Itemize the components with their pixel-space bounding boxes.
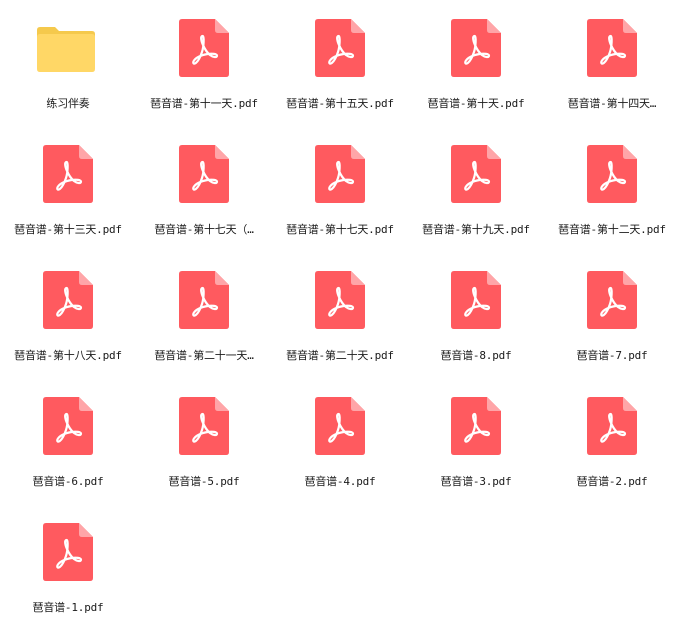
pdf-file-item[interactable]: 琶音谱-第二十天.pdf xyxy=(272,252,408,378)
pdf-file-item[interactable]: 琶音谱-第十天.pdf xyxy=(408,0,544,126)
file-name-label: 琶音谱-1.pdf xyxy=(32,601,104,614)
pdf-file-item[interactable]: 琶音谱-第十七天.pdf xyxy=(272,126,408,252)
pdf-file-item[interactable]: 琶音谱-第十三天.pdf xyxy=(0,126,136,252)
pdf-file-icon xyxy=(179,19,229,77)
file-name-label: 琶音谱-第十七天.pdf xyxy=(286,223,394,236)
file-name-label: 琶音谱-第二十天.pdf xyxy=(286,349,394,362)
file-name-label: 琶音谱-4.pdf xyxy=(304,475,376,488)
file-name-label: 琶音谱-第十五天.pdf xyxy=(286,97,394,110)
pdf-file-icon xyxy=(179,397,229,455)
pdf-file-item[interactable]: 琶音谱-第十九天.pdf xyxy=(408,126,544,252)
file-name-label: 琶音谱-第十天.pdf xyxy=(427,97,525,110)
pdf-file-icon xyxy=(587,19,637,77)
pdf-file-icon xyxy=(315,145,365,203)
file-name-label: 琶音谱-6.pdf xyxy=(32,475,104,488)
pdf-file-item[interactable]: 琶音谱-2.pdf xyxy=(544,378,680,504)
pdf-file-icon xyxy=(587,145,637,203)
pdf-file-item[interactable]: 琶音谱-第十四天… xyxy=(544,0,680,126)
pdf-file-icon xyxy=(451,397,501,455)
pdf-file-icon xyxy=(315,271,365,329)
file-name-label: 琶音谱-第二十一天… xyxy=(154,349,254,362)
folder-item[interactable]: 练习伴奏 xyxy=(0,0,136,126)
pdf-file-item[interactable]: 琶音谱-5.pdf xyxy=(136,378,272,504)
pdf-file-icon xyxy=(43,523,93,581)
file-name-label: 琶音谱-第十八天.pdf xyxy=(14,349,122,362)
pdf-file-icon xyxy=(43,271,93,329)
file-name-label: 练习伴奏 xyxy=(46,97,90,110)
folder-icon xyxy=(37,19,95,77)
file-name-label: 琶音谱-3.pdf xyxy=(440,475,512,488)
pdf-file-item[interactable]: 琶音谱-4.pdf xyxy=(272,378,408,504)
pdf-file-icon xyxy=(315,397,365,455)
pdf-file-icon xyxy=(587,397,637,455)
pdf-file-item[interactable]: 琶音谱-第十七天（… xyxy=(136,126,272,252)
pdf-file-icon xyxy=(43,145,93,203)
pdf-file-icon xyxy=(451,271,501,329)
pdf-file-icon xyxy=(315,19,365,77)
pdf-file-icon xyxy=(451,145,501,203)
file-name-label: 琶音谱-7.pdf xyxy=(576,349,648,362)
pdf-file-item[interactable]: 琶音谱-3.pdf xyxy=(408,378,544,504)
file-name-label: 琶音谱-8.pdf xyxy=(440,349,512,362)
pdf-file-item[interactable]: 琶音谱-第二十一天… xyxy=(136,252,272,378)
pdf-file-icon xyxy=(451,19,501,77)
pdf-file-item[interactable]: 琶音谱-第十五天.pdf xyxy=(272,0,408,126)
file-name-label: 琶音谱-2.pdf xyxy=(576,475,648,488)
pdf-file-item[interactable]: 琶音谱-7.pdf xyxy=(544,252,680,378)
pdf-file-item[interactable]: 琶音谱-第十二天.pdf xyxy=(544,126,680,252)
file-name-label: 琶音谱-第十七天（… xyxy=(154,223,254,236)
pdf-file-icon xyxy=(179,271,229,329)
pdf-file-item[interactable]: 琶音谱-1.pdf xyxy=(0,504,136,630)
file-name-label: 琶音谱-第十四天… xyxy=(567,97,657,110)
pdf-file-icon xyxy=(587,271,637,329)
file-name-label: 琶音谱-第十一天.pdf xyxy=(150,97,258,110)
file-name-label: 琶音谱-第十三天.pdf xyxy=(14,223,122,236)
pdf-file-item[interactable]: 琶音谱-第十一天.pdf xyxy=(136,0,272,126)
pdf-file-icon xyxy=(43,397,93,455)
file-name-label: 琶音谱-第十九天.pdf xyxy=(422,223,530,236)
file-grid: 练习伴奏 琶音谱-第十一天.pdf 琶音谱-第十五天.pdf 琶音谱-第十天.pdf 琶… xyxy=(0,0,680,622)
pdf-file-item[interactable]: 琶音谱-8.pdf xyxy=(408,252,544,378)
pdf-file-item[interactable]: 琶音谱-第十八天.pdf xyxy=(0,252,136,378)
file-name-label: 琶音谱-第十二天.pdf xyxy=(558,223,666,236)
pdf-file-icon xyxy=(179,145,229,203)
pdf-file-item[interactable]: 琶音谱-6.pdf xyxy=(0,378,136,504)
file-name-label: 琶音谱-5.pdf xyxy=(168,475,240,488)
